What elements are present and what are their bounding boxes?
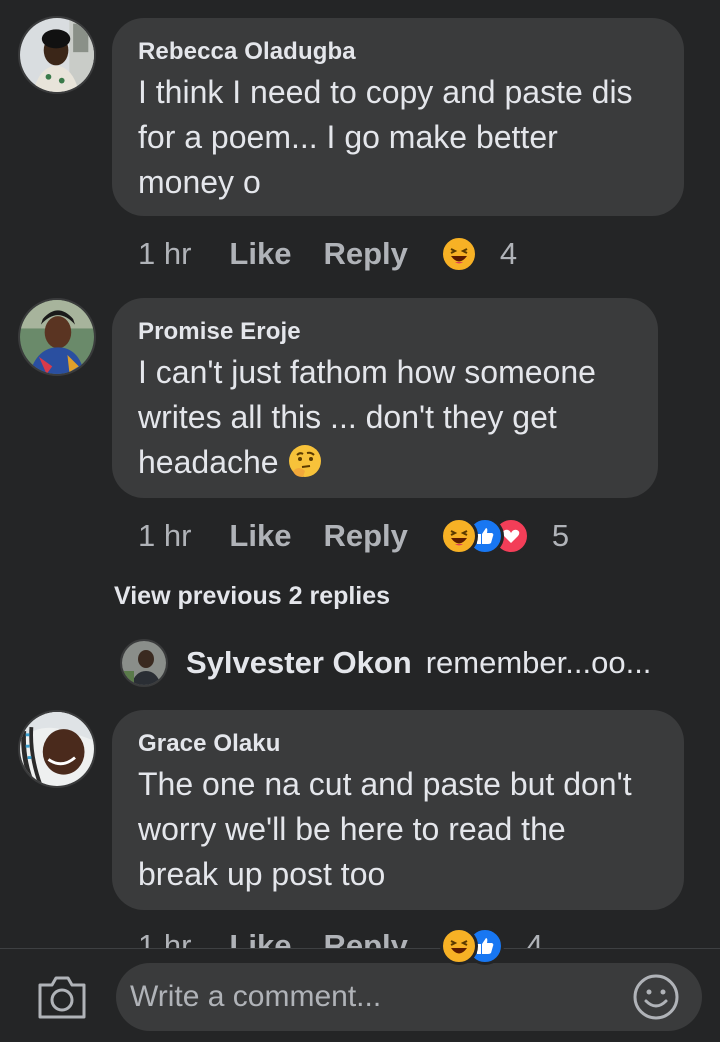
comment-actions: 1 hr Like Reply 5 bbox=[138, 516, 569, 556]
reaction-count[interactable]: 4 bbox=[500, 236, 517, 272]
reply-preview[interactable]: Sylvester Okon remember...oo... bbox=[120, 638, 700, 688]
smiley-icon[interactable] bbox=[632, 973, 680, 1021]
avatar[interactable] bbox=[18, 16, 96, 94]
comment-input[interactable] bbox=[130, 963, 620, 1031]
like-button[interactable]: Like bbox=[229, 518, 291, 554]
comment-line: worry we'll be here to read the bbox=[138, 811, 566, 847]
comment-line: break up post too bbox=[138, 856, 386, 892]
avatar-image bbox=[20, 300, 94, 374]
comment-text: I think I need to copy and paste dis for… bbox=[138, 70, 658, 205]
comment-composer bbox=[0, 948, 720, 1042]
view-previous-replies[interactable]: View previous 2 replies bbox=[114, 582, 390, 611]
comment-author[interactable]: Promise Eroje bbox=[138, 318, 632, 346]
comment-line: for a poem... I go make better bbox=[138, 119, 558, 155]
reaction-count[interactable]: 5 bbox=[552, 518, 569, 554]
comment-line: headache bbox=[138, 440, 632, 491]
comment-text: I can't just fathom how someone writes a… bbox=[138, 350, 632, 491]
avatar-image bbox=[20, 712, 94, 786]
reply-text: remember...oo... bbox=[425, 645, 652, 680]
haha-icon bbox=[439, 235, 478, 273]
avatar[interactable] bbox=[120, 639, 168, 687]
avatar-image bbox=[122, 641, 166, 685]
avatar-image bbox=[20, 18, 94, 92]
comment-time[interactable]: 1 hr bbox=[138, 518, 191, 554]
comment-author[interactable]: Rebecca Oladugba bbox=[138, 38, 658, 66]
comment-text: The one na cut and paste but don't worry… bbox=[138, 762, 658, 897]
comment-line: I think I need to copy and paste dis bbox=[138, 74, 633, 110]
reply-author[interactable]: Sylvester Okon bbox=[186, 645, 412, 681]
reply-button[interactable]: Reply bbox=[323, 236, 407, 272]
reactions-summary[interactable] bbox=[439, 927, 504, 965]
haha-icon bbox=[439, 517, 478, 555]
comment-author[interactable]: Grace Olaku bbox=[138, 730, 658, 758]
comment-line: The one na cut and paste but don't bbox=[138, 766, 632, 802]
comment-input-box[interactable] bbox=[116, 963, 702, 1031]
reply-button[interactable]: Reply bbox=[323, 518, 407, 554]
comment-time[interactable]: 1 hr bbox=[138, 236, 191, 272]
comment-bubble: Grace Olaku The one na cut and paste but… bbox=[112, 710, 684, 910]
comment-bubble: Rebecca Oladugba I think I need to copy … bbox=[112, 18, 684, 216]
thinking-face-icon bbox=[287, 443, 323, 491]
comment-bubble: Promise Eroje I can't just fathom how so… bbox=[112, 298, 658, 498]
avatar[interactable] bbox=[18, 298, 96, 376]
comment-line: I can't just fathom how someone bbox=[138, 354, 596, 390]
avatar[interactable] bbox=[18, 710, 96, 788]
reactions-summary[interactable] bbox=[439, 517, 530, 555]
camera-icon[interactable] bbox=[36, 973, 88, 1021]
haha-icon bbox=[439, 927, 478, 965]
like-button[interactable]: Like bbox=[229, 236, 291, 272]
comment-line: money o bbox=[138, 164, 261, 200]
reactions-summary[interactable] bbox=[439, 235, 478, 273]
comment-actions: 1 hr Like Reply 4 bbox=[138, 234, 517, 274]
comment-line: writes all this ... don't they get bbox=[138, 399, 557, 435]
comment-line-text: headache bbox=[138, 444, 279, 480]
